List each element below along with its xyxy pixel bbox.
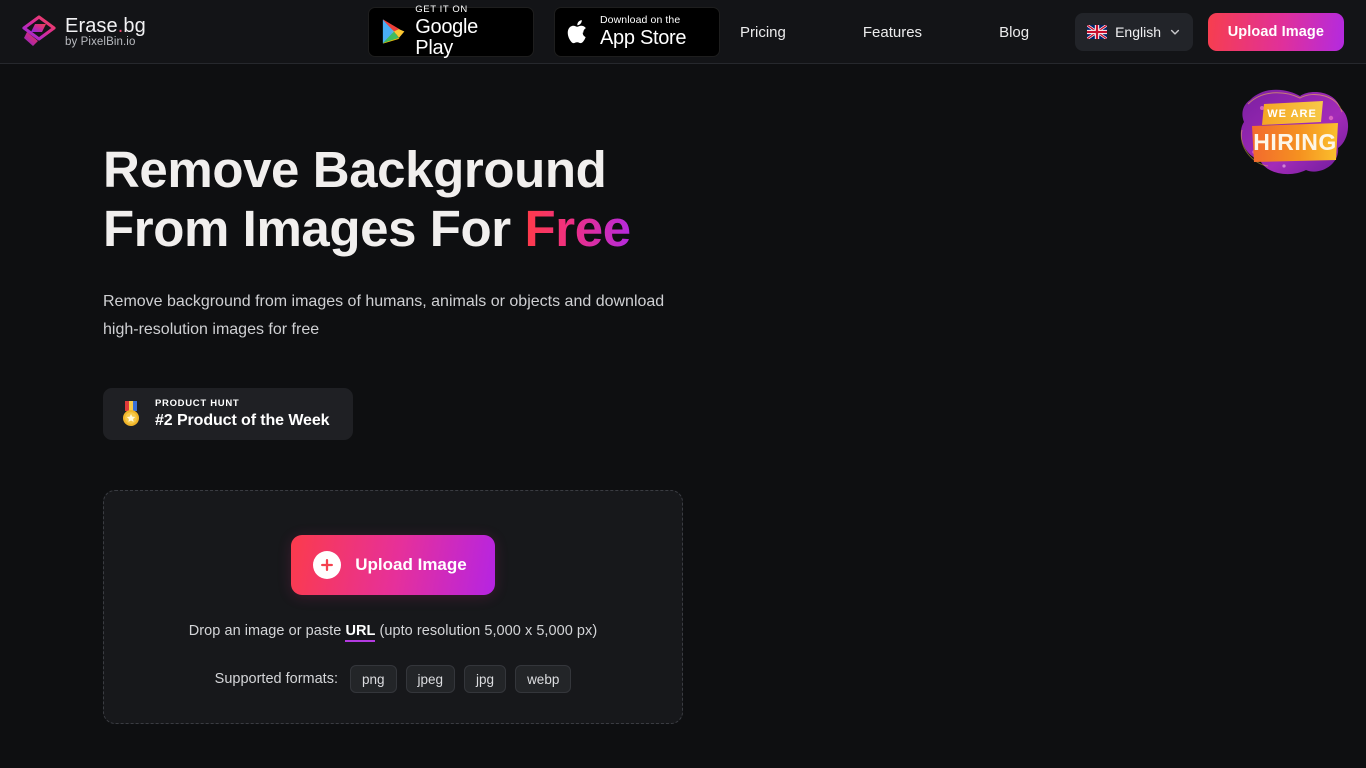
gplay-top-label: GET IT ON [415, 4, 468, 16]
nav-link-features[interactable]: Features [863, 16, 922, 49]
nav-link-blog[interactable]: Blog [999, 16, 1029, 49]
supported-formats-label: Supported formats: [214, 671, 338, 687]
appstore-bottom-label: App Store [600, 26, 687, 49]
main-content: WE ARE HIRING Remove Background From Ima… [0, 64, 1366, 768]
google-play-icon [382, 19, 405, 44]
hero-title-line2: From Images For [103, 200, 525, 257]
hiring-sticker-icon: WE ARE HIRING [1240, 89, 1349, 175]
drop-instructions: Drop an image or paste URL (upto resolut… [188, 623, 598, 642]
appstore-top-label: Download on the [600, 14, 681, 27]
google-play-badge[interactable]: GET IT ON Google Play [368, 4, 534, 59]
supported-formats: Supported formats: png jpeg jpg webp [215, 665, 572, 693]
format-chip-png[interactable]: png [349, 665, 397, 693]
brand-subtitle: by PixelBin.io [65, 35, 136, 48]
language-selector[interactable]: English [1075, 13, 1193, 51]
upload-image-button-label: Upload Image [355, 555, 467, 574]
paste-url-link[interactable]: URL [345, 623, 376, 642]
chevron-down-icon [1170, 29, 1180, 35]
hero-title-line1: Remove Background [103, 141, 607, 198]
language-label: English [1115, 24, 1161, 40]
store-badges: GET IT ON Google Play Download on the Ap… [368, 0, 720, 64]
brand-logo[interactable]: Erase.bg by PixelBin.io [22, 14, 146, 49]
brand-title: Erase.bg [65, 14, 146, 37]
site-header: Erase.bg by PixelBin.io GET IT ON Google… [0, 0, 1366, 64]
plus-circle-icon [313, 551, 342, 579]
app-store-badge[interactable]: Download on the App Store [554, 7, 720, 57]
apple-icon [567, 20, 586, 44]
hero-section: Remove Background From Images For Free R… [0, 64, 1366, 440]
product-hunt-label: PRODUCT HUNT [155, 398, 240, 410]
erasebg-diamond-logo-icon [22, 14, 56, 46]
svg-text:WE ARE: WE ARE [1267, 108, 1317, 120]
image-dropzone[interactable]: Upload Image Drop an image or paste URL … [103, 490, 683, 724]
gplay-bottom-label: Google Play [415, 15, 478, 59]
svg-text:HIRING: HIRING [1253, 129, 1337, 155]
drop-prefix: Drop an image or paste [188, 623, 346, 639]
page-title: Remove Background From Images For Free [103, 140, 1366, 258]
medal-icon [123, 401, 139, 426]
format-chip-webp[interactable]: webp [515, 665, 572, 693]
upload-image-button[interactable]: Upload Image [291, 535, 495, 595]
format-chip-jpeg[interactable]: jpeg [405, 665, 456, 693]
we-are-hiring-badge[interactable]: WE ARE HIRING [1228, 82, 1358, 178]
header-upload-image-button[interactable]: Upload Image [1207, 13, 1344, 51]
format-chip-jpg[interactable]: jpg [464, 665, 507, 693]
uk-flag-icon [1087, 25, 1108, 39]
main-nav: Pricing Features Blog [740, 0, 1029, 64]
product-hunt-rank: #2 Product of the Week [155, 411, 330, 429]
nav-link-pricing[interactable]: Pricing [740, 16, 786, 49]
drop-suffix: (upto resolution 5,000 x 5,000 px) [375, 623, 598, 639]
hero-title-accent: Free [524, 200, 632, 257]
hero-subtitle: Remove background from images of humans,… [103, 293, 665, 338]
product-hunt-badge[interactable]: PRODUCT HUNT #2 Product of the Week [103, 388, 353, 440]
